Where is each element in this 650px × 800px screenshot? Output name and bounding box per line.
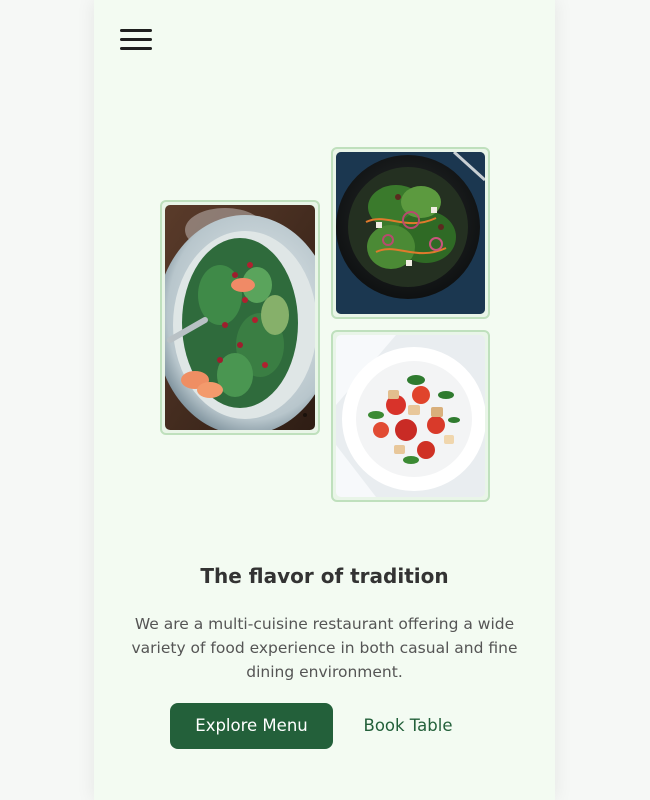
app-panel: The flavor of tradition We are a multi-c… xyxy=(94,0,555,800)
green-salad-image xyxy=(336,152,485,314)
book-table-button[interactable]: Book Table xyxy=(346,703,470,749)
menu-bar xyxy=(120,47,152,50)
gallery-image-green-salad xyxy=(331,147,490,319)
tomato-salad-image xyxy=(336,335,485,497)
gallery-image-tomato-salad xyxy=(331,330,490,502)
menu-bar xyxy=(120,29,152,32)
page-title: The flavor of tradition xyxy=(200,564,449,588)
salad-platter-image xyxy=(165,205,315,430)
gallery-image-salad-platter xyxy=(160,200,320,435)
hamburger-menu-icon[interactable] xyxy=(120,26,152,54)
menu-bar xyxy=(120,38,152,41)
hero-description: We are a multi-cuisine restaurant offeri… xyxy=(131,615,518,681)
explore-menu-button[interactable]: Explore Menu xyxy=(170,703,333,749)
